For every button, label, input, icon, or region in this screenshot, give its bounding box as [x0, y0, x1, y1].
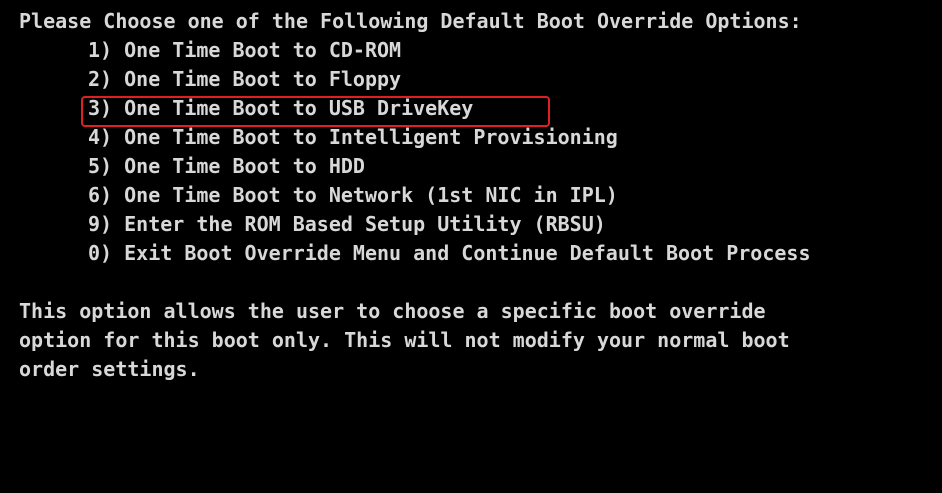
option-key: 5) [88, 154, 113, 178]
option-key: 2) [88, 67, 113, 91]
description-line: option for this boot only. This will not… [19, 328, 790, 352]
option-key: 4) [88, 125, 113, 149]
description-line: This option allows the user to choose a … [19, 299, 766, 323]
option-label: One Time Boot to Network (1st NIC in IPL… [124, 183, 618, 207]
option-label: One Time Boot to Floppy [124, 67, 402, 91]
option-key: 9) [88, 212, 113, 236]
option-rbsu[interactable]: 9) Enter the ROM Based Setup Utility (RB… [88, 210, 606, 239]
option-key: 0) [88, 241, 113, 265]
option-key: 1) [88, 38, 113, 62]
option-label: One Time Boot to HDD [124, 154, 365, 178]
option-intelligent-provisioning[interactable]: 4) One Time Boot to Intelligent Provisio… [88, 123, 618, 152]
option-floppy[interactable]: 2) One Time Boot to Floppy [88, 65, 401, 94]
highlight-box [81, 96, 550, 127]
option-label: Exit Boot Override Menu and Continue Def… [124, 241, 811, 265]
option-key: 6) [88, 183, 113, 207]
option-label: One Time Boot to Intelligent Provisionin… [124, 125, 618, 149]
option-hdd[interactable]: 5) One Time Boot to HDD [88, 152, 365, 181]
option-label: One Time Boot to CD-ROM [124, 38, 402, 62]
menu-header: Please Choose one of the Following Defau… [19, 9, 802, 33]
option-exit[interactable]: 0) Exit Boot Override Menu and Continue … [88, 239, 810, 268]
option-network[interactable]: 6) One Time Boot to Network (1st NIC in … [88, 181, 618, 210]
description-line: order settings. [19, 357, 200, 381]
option-cd-rom[interactable]: 1) One Time Boot to CD-ROM [88, 36, 401, 65]
boot-override-screen: Please Choose one of the Following Defau… [0, 0, 942, 390]
option-label: Enter the ROM Based Setup Utility (RBSU) [124, 212, 606, 236]
